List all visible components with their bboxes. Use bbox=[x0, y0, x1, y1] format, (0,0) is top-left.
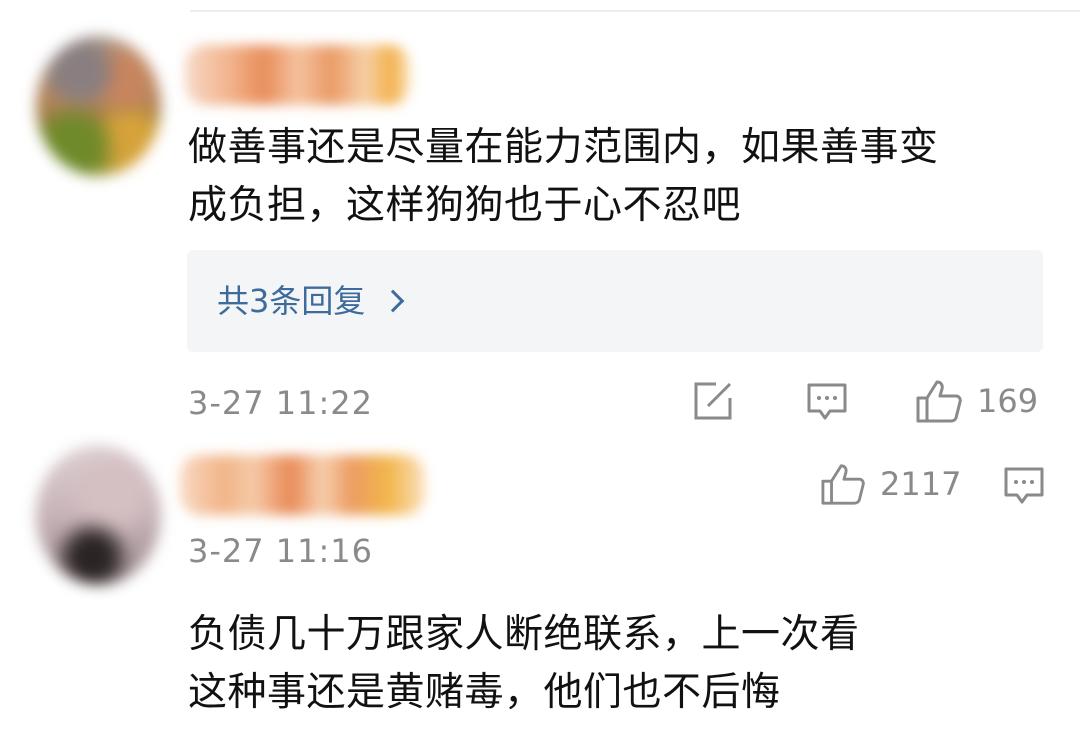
view-replies-link[interactable]: 共3条回复 bbox=[217, 276, 405, 326]
share-button[interactable] bbox=[692, 380, 734, 422]
avatar[interactable] bbox=[36, 36, 161, 176]
like-button[interactable]: 169 bbox=[915, 378, 1038, 424]
comment-icon bbox=[806, 382, 848, 422]
top-divider bbox=[190, 10, 1080, 12]
avatar[interactable] bbox=[36, 445, 161, 585]
replies-box[interactable]: 共3条回复 bbox=[187, 250, 1043, 352]
username-blurred[interactable] bbox=[180, 455, 425, 515]
comment-text: 做善事还是尽量在能力范围内，如果善事变 成负担，这样狗狗也于心不忍吧 bbox=[188, 119, 1068, 235]
thumbs-up-icon bbox=[915, 378, 963, 424]
comment-text-line: 负债几十万跟家人断绝联系，上一次看 bbox=[188, 612, 860, 657]
timestamp: 3-27 11:22 bbox=[188, 384, 374, 422]
username-blurred[interactable] bbox=[185, 45, 410, 105]
replies-label: 共3条回复 bbox=[217, 282, 366, 320]
comment-button[interactable] bbox=[1003, 466, 1045, 506]
comment-icon bbox=[1003, 466, 1045, 506]
like-button[interactable]: 2117 bbox=[820, 462, 961, 506]
comment-text-line: 做善事还是尽量在能力范围内，如果善事变 bbox=[188, 125, 939, 170]
like-count: 169 bbox=[977, 382, 1039, 420]
thumbs-up-icon bbox=[820, 462, 866, 506]
timestamp: 3-27 11:16 bbox=[188, 532, 374, 570]
share-icon bbox=[692, 380, 734, 422]
comment-text-line: 这种事还是黄赌毒，他们也不后悔 bbox=[188, 670, 781, 715]
chevron-right-icon bbox=[382, 289, 405, 313]
comment-text: 负债几十万跟家人断绝联系，上一次看 这种事还是黄赌毒，他们也不后悔 bbox=[188, 606, 1068, 722]
like-count: 2117 bbox=[880, 465, 962, 503]
comment-button[interactable] bbox=[806, 382, 848, 422]
comment-text-line: 成负担，这样狗狗也于心不忍吧 bbox=[188, 183, 742, 228]
